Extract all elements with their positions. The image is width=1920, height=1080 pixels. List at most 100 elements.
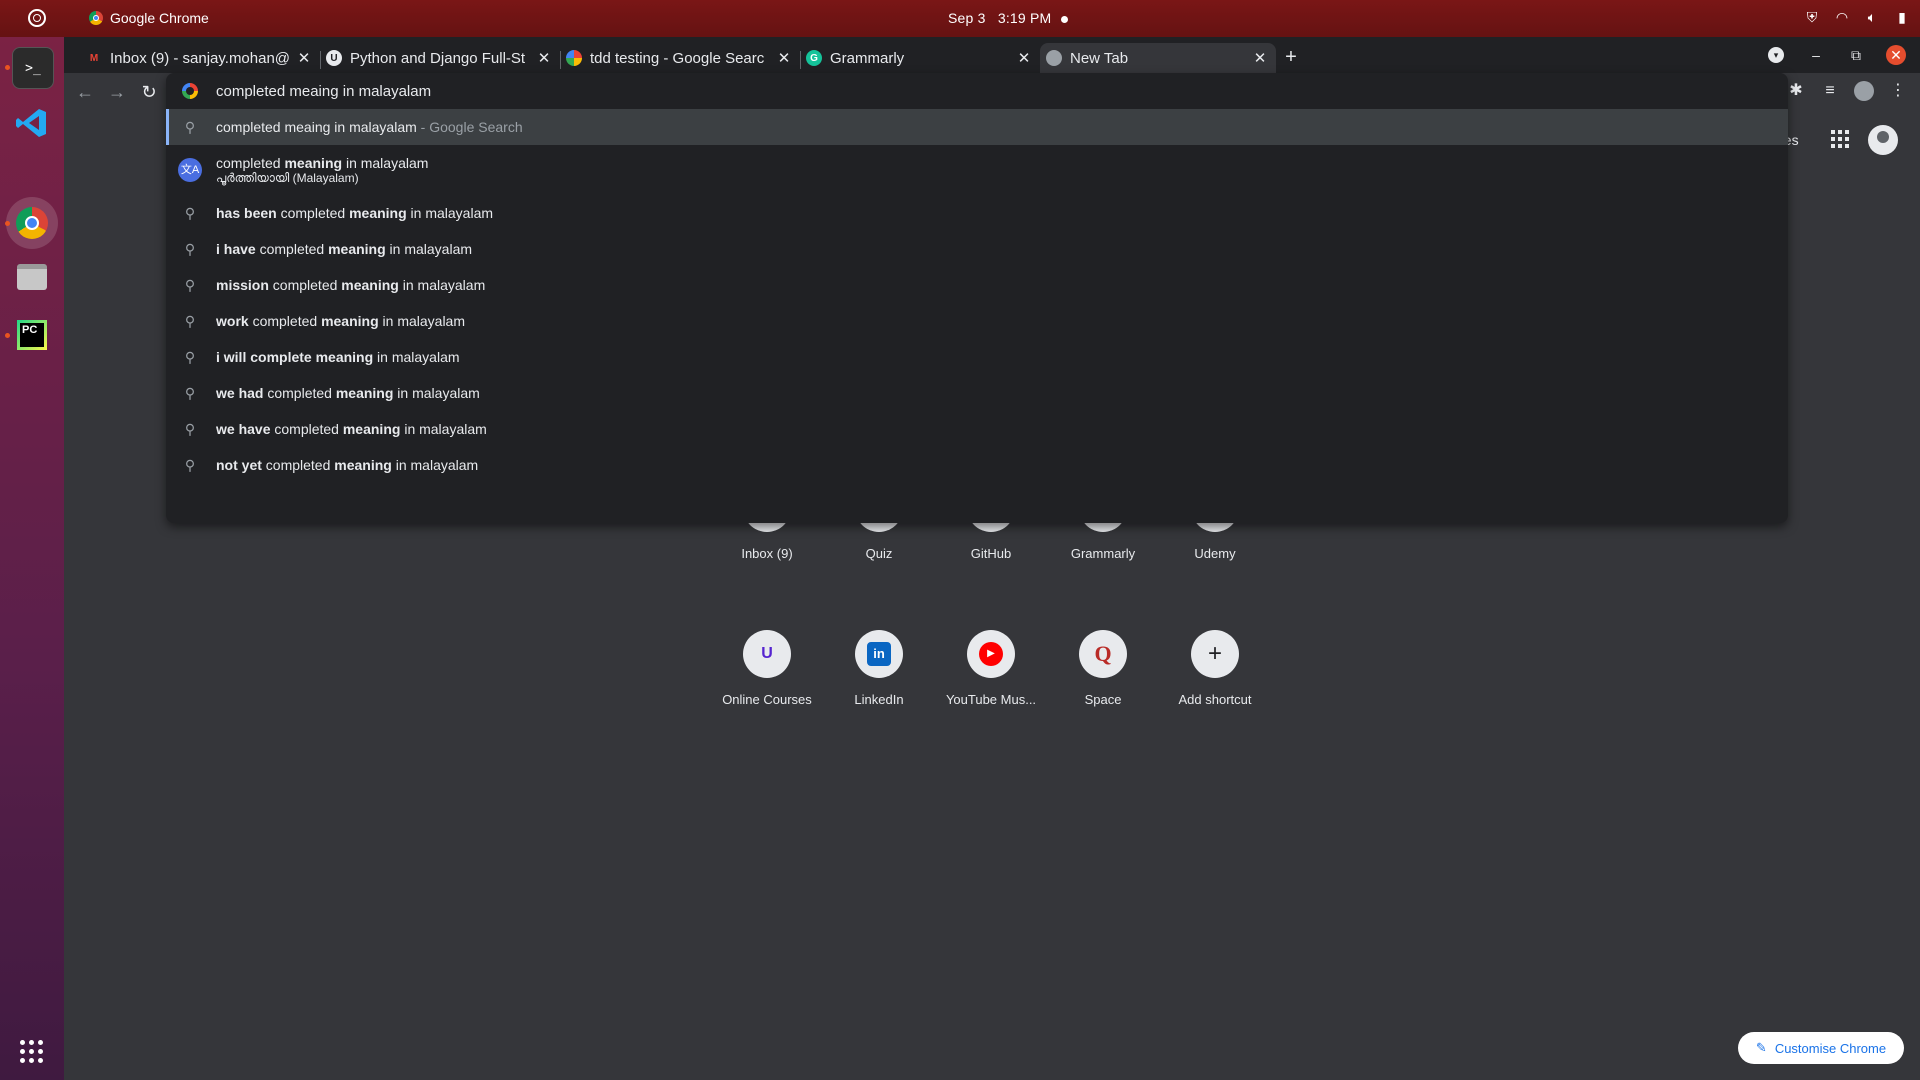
omnibox-suggestion[interactable]: ⚲ mission completed meaning in malayalam [166,267,1788,303]
shortcut-add[interactable]: + Add shortcut [1159,630,1271,707]
suggestion-text: not yet completed meaning in malayalam [216,457,478,473]
youtube-music-icon: ▶ [967,630,1015,678]
close-icon[interactable]: ✕ [1016,49,1032,67]
suggestion-text: we had completed meaning in malayalam [216,385,480,401]
pencil-icon: ✎ [1755,1040,1767,1055]
omnibox-suggestion[interactable]: ⚲ i will complete meaning in malayalam [166,339,1788,375]
search-icon: ⚲ [184,119,196,135]
suggestion-part: meaning [335,385,394,401]
omnibox-suggestion[interactable]: ⚲ has been completed meaning in malayalam [166,195,1788,231]
shortcut-space[interactable]: Q Space [1047,630,1159,707]
chrome-window: M Inbox (9) - sanjay.mohan@ ✕ U Python a… [64,37,1920,1080]
customise-label: Customise Chrome [1774,1040,1887,1056]
tab-search-icon[interactable]: ▾ [1768,47,1784,63]
shield-icon[interactable]: ⛨ [1804,9,1820,25]
shortcut-label: Add shortcut [1178,692,1252,707]
tab-title: Grammarly [830,49,905,67]
running-indicator [5,333,10,338]
suggestion-part: work [216,313,249,329]
suggestion-part: has been [216,205,277,221]
suggestion-part: meaning [334,457,392,473]
suggestion-part: not yet [216,457,262,473]
tab-python-django[interactable]: U Python and Django Full-St ✕ [320,43,560,73]
google-apps-icon[interactable] [1831,130,1849,148]
chrome-icon [1046,50,1062,66]
suggestion-part: in malayalam [391,457,479,473]
battery-icon[interactable]: ▮ [1894,9,1910,25]
suggestion-part: completed [255,241,329,257]
udemy-icon: U [326,50,342,66]
omnibox-suggestion[interactable]: ⚲ completed meaing in malayalam - Google … [166,109,1788,145]
omnibox-suggestion[interactable]: ⚲ we had completed meaning in malayalam [166,375,1788,411]
extensions-icon[interactable]: ✱ [1786,81,1806,101]
search-icon: ⚲ [184,421,196,437]
maximize-button[interactable]: ⧉ [1846,45,1866,65]
tab-grammarly[interactable]: G Grammarly ✕ [800,43,1040,73]
files-icon[interactable] [12,257,52,297]
new-tab-button[interactable]: + [1279,45,1303,69]
wifi-icon[interactable]: ◠ [1834,9,1850,25]
tab-inbox[interactable]: M Inbox (9) - sanjay.mohan@ ✕ [80,43,320,73]
omnibox-input[interactable]: completed meaing in malayalam [166,73,1788,109]
system-tray[interactable]: ⛨ ◠ 🔈︎ ▮ [1804,9,1910,25]
suggestion-text: i will complete meaning in malayalam [216,349,460,365]
volume-icon[interactable]: 🔈︎ [1864,9,1880,25]
suggestion-part: completed [276,205,350,221]
window-close-button[interactable]: ✕ [1886,45,1906,65]
close-icon[interactable]: ✕ [1252,49,1268,67]
back-button[interactable]: ← [74,81,96,103]
reload-button[interactable]: ↻ [138,81,160,103]
search-icon: ⚲ [184,205,196,221]
omnibox-suggestion[interactable]: ⚲ we have completed meaning in malayalam [166,411,1788,447]
show-applications-icon[interactable] [20,1040,44,1064]
linkedin-icon: in [855,630,903,678]
suggestion-part: in malayalam [378,313,466,329]
omnibox-suggestion[interactable]: ⚲ work completed meaning in malayalam [166,303,1788,339]
omnibox-suggestion[interactable]: ⚲ not yet completed meaning in malayalam [166,447,1788,483]
close-icon[interactable]: ✕ [296,49,312,67]
tab-new-tab[interactable]: New Tab ✕ [1040,43,1276,73]
search-icon: ⚲ [184,277,196,293]
menu-icon[interactable]: ⋮ [1888,81,1908,101]
suggestion-part: meaning [328,241,386,257]
tab-title: New Tab [1070,49,1129,67]
omnibox-suggestion[interactable]: 文A completed meaning in malayalam പൂർത്തിയ… [166,145,1788,195]
omnibox-dropdown: completed meaing in malayalam ⚲ completed… [166,73,1788,523]
tab-tdd-testing[interactable]: tdd testing - Google Searc ✕ [560,43,800,73]
suggestion-text: mission completed meaning in malayalam [216,277,485,293]
app-menu[interactable]: Google Chrome [89,10,209,26]
suggestion-part: we have [216,421,271,437]
suggestion-part: i will complete meaning [216,349,374,365]
shortcut-linkedin[interactable]: in LinkedIn [823,630,935,707]
omnibox-query: completed meaing in malayalam [216,82,432,100]
vscode-icon[interactable] [12,103,52,143]
activities-icon[interactable] [28,9,46,27]
omnibox-suggestion[interactable]: ⚲ i have completed meaning in malayalam [166,231,1788,267]
pycharm-icon[interactable]: PC [12,315,52,355]
shortcut-youtube-music[interactable]: ▶ YouTube Mus... [935,630,1047,707]
suggestion-part: completed [263,385,336,401]
terminal-icon[interactable]: >_ [12,47,54,89]
forward-button[interactable]: → [106,81,128,103]
suggestion-part: i have [216,241,256,257]
suggestion-part: in malayalam [406,205,494,221]
google-icon [182,83,198,99]
suggestion-part: in malayalam [385,241,473,257]
shortcut-label: GitHub [970,546,1012,561]
suggestion-text: has been completed meaning in malayalam [216,205,493,221]
quora-icon: Q [1079,630,1127,678]
profile-icon[interactable] [1854,81,1874,101]
chrome-dock-icon[interactable] [12,203,52,243]
notification-dot-icon [1061,15,1069,23]
close-icon[interactable]: ✕ [536,49,552,67]
shortcut-online-courses[interactable]: U Online Courses [711,630,823,707]
clock[interactable]: Sep 3 3:19 PM [948,10,1069,26]
system-top-bar: Google Chrome Sep 3 3:19 PM ⛨ ◠ 🔈︎ ▮ [0,0,1920,37]
account-avatar[interactable] [1868,125,1898,155]
minimize-button[interactable]: – [1806,45,1826,65]
reading-list-icon[interactable]: ≡ [1820,81,1840,101]
customise-chrome-button[interactable]: ✎ Customise Chrome [1738,1032,1904,1064]
shortcut-label: Udemy [1194,546,1236,561]
close-icon[interactable]: ✕ [776,49,792,67]
suggestion-part: in malayalam [342,154,429,171]
